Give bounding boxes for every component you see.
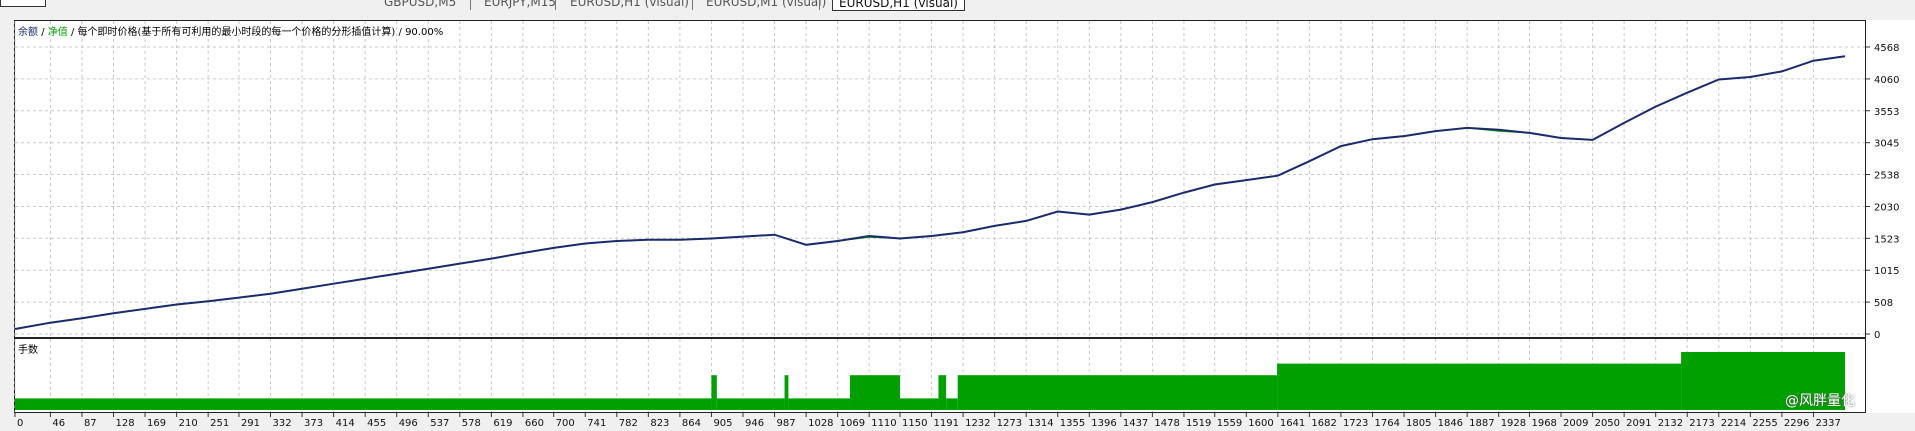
- x-tick-label: 251: [210, 418, 229, 429]
- x-tick-label: 1805: [1406, 418, 1431, 429]
- x-tick-label: 2009: [1563, 418, 1588, 429]
- lots-title: 手数: [18, 345, 38, 356]
- lots-bar: [899, 398, 939, 410]
- y-tick-label: 0: [1874, 330, 1880, 341]
- x-tick-label: 1232: [965, 418, 990, 429]
- y-tick-label: 2538: [1874, 171, 1899, 182]
- x-tick-label: 1150: [902, 418, 927, 429]
- lots-bar: [15, 398, 712, 410]
- lots-bar: [1277, 363, 1682, 410]
- x-tick-label: 987: [777, 418, 796, 429]
- x-tick-label: 1437: [1123, 418, 1148, 429]
- lots-bar: [784, 375, 789, 410]
- lots-bar: [946, 398, 958, 410]
- x-tick-label: 1478: [1154, 418, 1179, 429]
- x-tick-label: 1028: [808, 418, 833, 429]
- x-tick-label: 87: [84, 418, 97, 429]
- legend-equity: 净值: [47, 27, 68, 38]
- y-tick-label: 508: [1874, 298, 1893, 309]
- lots-bar: [711, 375, 717, 410]
- series-line-equity: [14, 55, 1846, 330]
- x-tick-label: 2255: [1752, 418, 1777, 429]
- x-tick-label: 455: [367, 418, 386, 429]
- y-tick-label: 4060: [1874, 75, 1899, 86]
- x-tick-label: 2050: [1595, 418, 1620, 429]
- chart-legend: 余额 / 净值 / 每个即时价格(基于所有可利用的最小时段的每一个价格的分形插值…: [18, 23, 443, 38]
- x-tick-label: 2337: [1815, 418, 1840, 429]
- x-tick-label: 332: [272, 418, 291, 429]
- x-tick-label: 946: [745, 418, 764, 429]
- x-tick-label: 2214: [1721, 418, 1746, 429]
- x-tick-label: 1273: [997, 418, 1022, 429]
- y-tick-label: 1523: [1874, 234, 1899, 245]
- x-tick-label: 496: [399, 418, 418, 429]
- x-tick-label: 1928: [1501, 418, 1526, 429]
- x-tick-label: 1682: [1311, 418, 1336, 429]
- lots-bar: [957, 375, 1278, 410]
- series-line-balance: [14, 55, 1846, 330]
- x-tick-label: 1764: [1374, 418, 1399, 429]
- x-tick-label: 169: [147, 418, 166, 429]
- x-tick-label: 782: [619, 418, 638, 429]
- y-tick-label: 3045: [1874, 139, 1899, 150]
- x-tick-label: 128: [116, 418, 135, 429]
- x-tick-label: 1191: [934, 418, 959, 429]
- legend-balance: 余额: [18, 27, 38, 38]
- x-tick-label: 291: [241, 418, 260, 429]
- x-tick-label: 1968: [1531, 418, 1556, 429]
- x-tick-label: 373: [304, 418, 323, 429]
- legend-sep: /: [41, 27, 45, 38]
- x-tick-label: 2296: [1784, 418, 1809, 429]
- x-tick-label: 210: [179, 418, 198, 429]
- x-tick-label: 2132: [1658, 418, 1683, 429]
- y-tick-label: 4568: [1874, 43, 1899, 54]
- lots-bar: [938, 375, 947, 410]
- x-tick-label: 0: [17, 418, 23, 429]
- x-tick-label: 1110: [871, 418, 896, 429]
- x-tick-label: 741: [587, 418, 606, 429]
- x-tick-label: 578: [462, 418, 481, 429]
- x-tick-label: 1600: [1248, 418, 1273, 429]
- x-tick-label: 1559: [1217, 418, 1242, 429]
- y-tick-label: 3553: [1874, 107, 1899, 118]
- lots-bar: [788, 398, 850, 410]
- lots-bar: [716, 398, 785, 410]
- y-tick-label: 2030: [1874, 202, 1899, 213]
- x-tick-label: 1069: [840, 418, 865, 429]
- x-tick-label: 1355: [1060, 418, 1085, 429]
- x-tick-label: 414: [336, 418, 355, 429]
- x-tick-label: 823: [650, 418, 669, 429]
- x-tick-label: 660: [525, 418, 544, 429]
- chart-svg: 0 46 87 128 169 210 251 291 332 373 414 455 496 537 57…: [14, 21, 1899, 429]
- x-tick-label: 700: [556, 418, 575, 429]
- watermark: @风胖量化: [1785, 393, 1855, 409]
- x-tick-label: 864: [682, 418, 701, 429]
- x-tick-label: 46: [52, 418, 65, 429]
- x-tick-label: 2173: [1689, 418, 1714, 429]
- x-tick-label: 619: [493, 418, 512, 429]
- x-tick-label: 2091: [1626, 418, 1651, 429]
- lots-bar: [849, 375, 900, 410]
- legend-sep: /: [70, 27, 75, 38]
- x-tick-label: 537: [430, 418, 449, 429]
- x-tick-label: 1887: [1469, 418, 1494, 429]
- x-tick-label: 1641: [1280, 418, 1305, 429]
- x-tick-label: 1723: [1343, 418, 1368, 429]
- x-tick-label: 1314: [1028, 418, 1053, 429]
- legend-sep: /: [398, 27, 402, 38]
- x-tick-label: 1846: [1438, 418, 1463, 429]
- x-tick-label: 1396: [1091, 418, 1116, 429]
- legend-model: 每个即时价格(基于所有可利用的最小时段的每一个价格的分形插值计算): [77, 27, 396, 38]
- x-tick-label: 1519: [1186, 418, 1211, 429]
- legend-quality: 90.00%: [405, 27, 444, 38]
- y-tick-label: 1015: [1874, 266, 1899, 277]
- x-tick-label: 905: [713, 418, 732, 429]
